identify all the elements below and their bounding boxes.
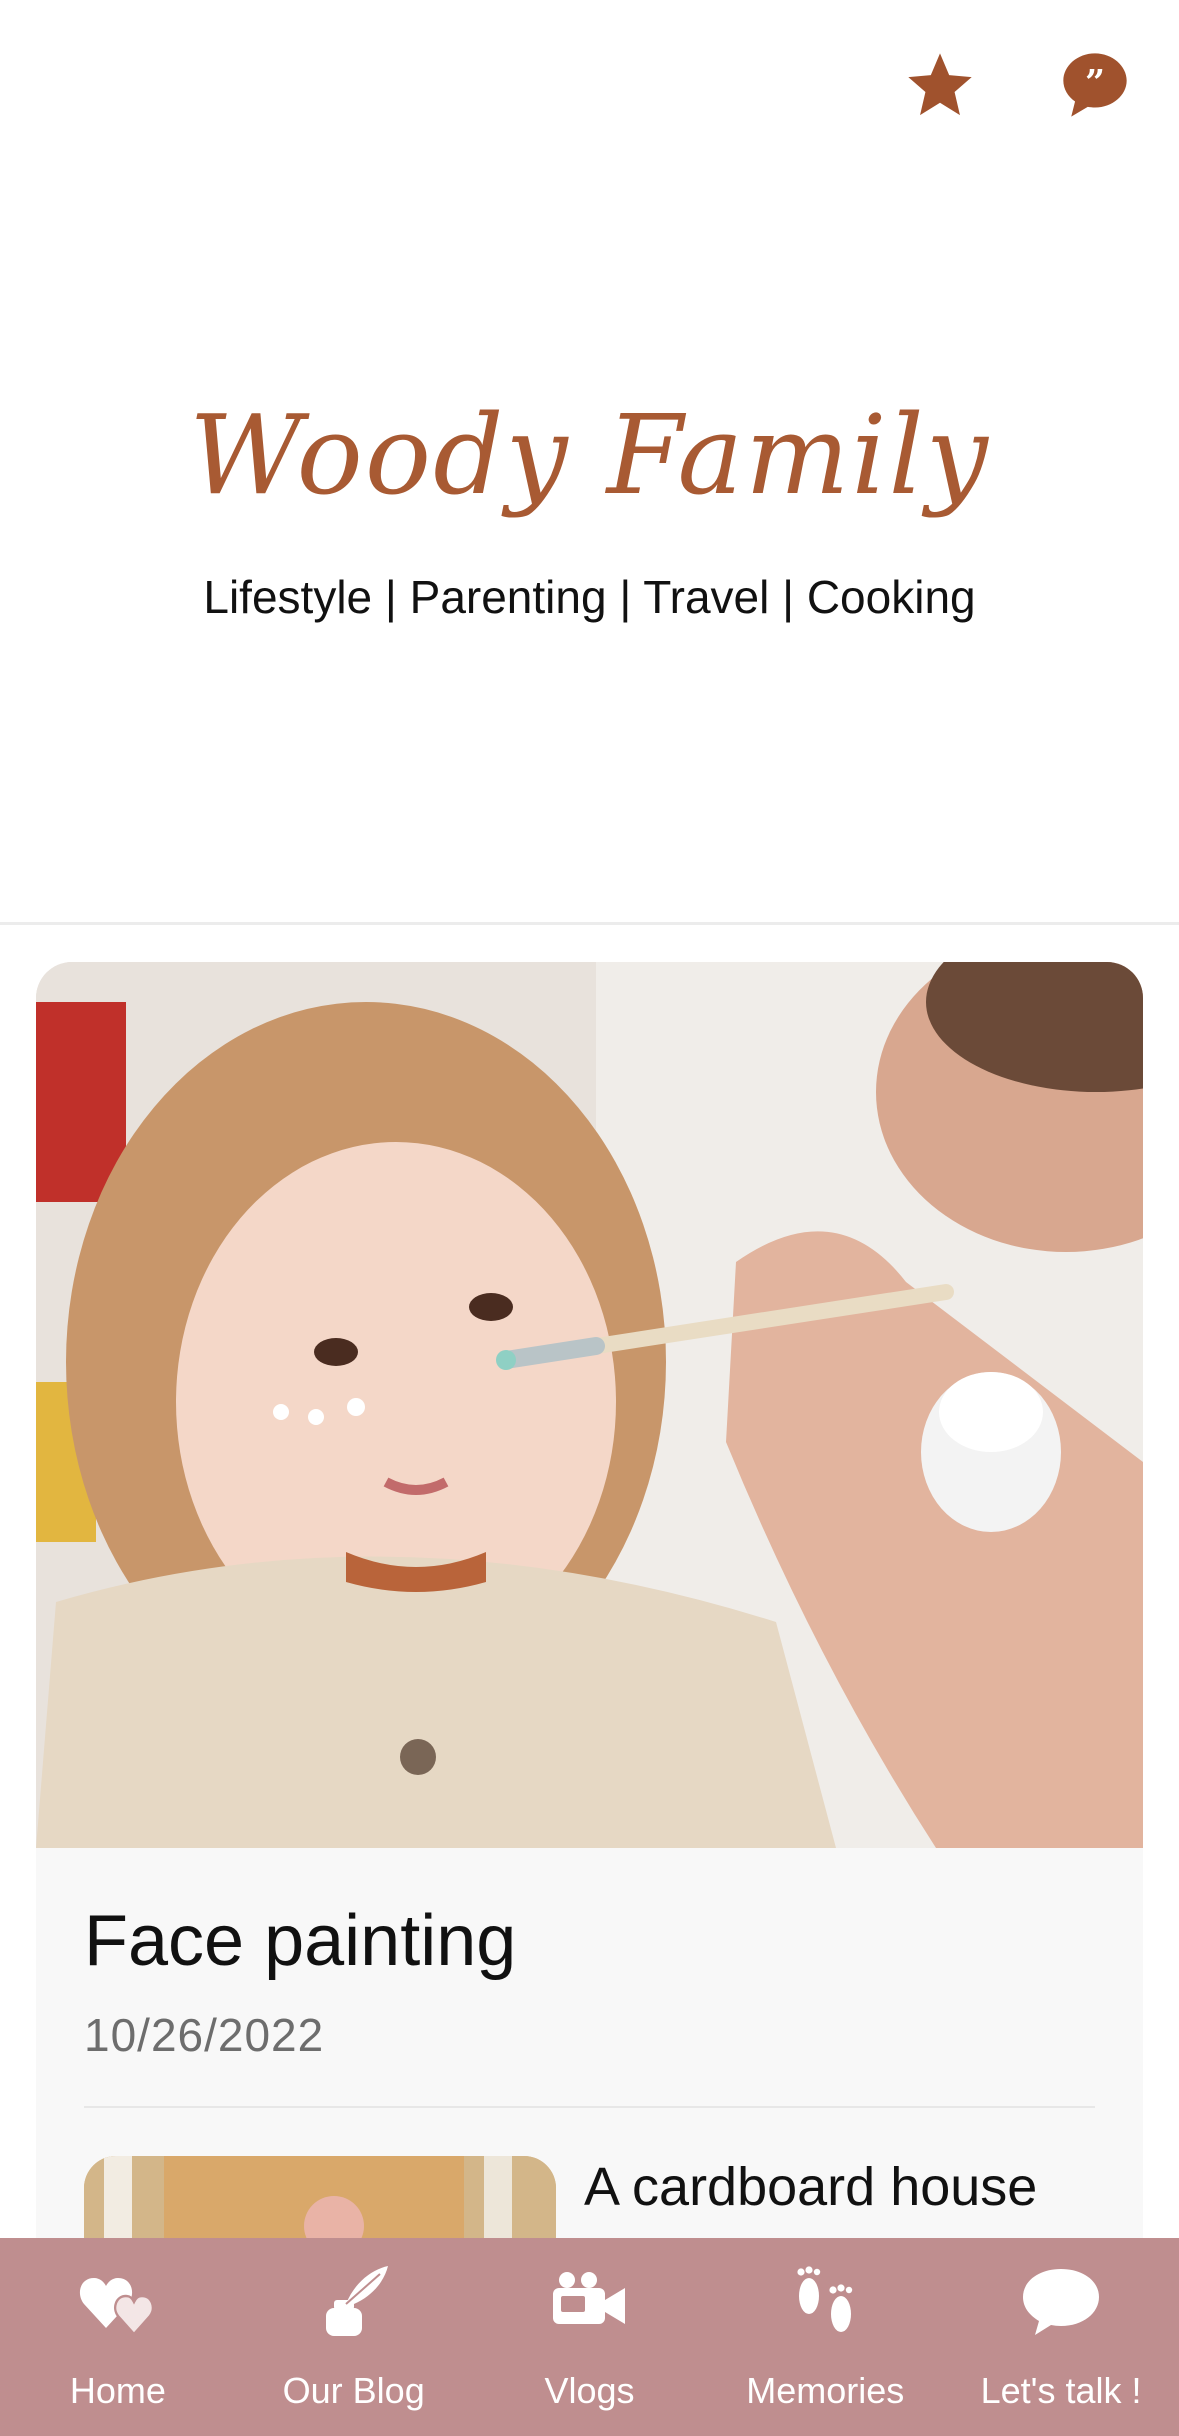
- featured-post-card[interactable]: Face painting 10/26/2022 A cardboard hou…: [36, 962, 1143, 2436]
- post-date: 10/26/2022: [84, 2009, 325, 2061]
- chat-bubble-icon: [1016, 2262, 1106, 2342]
- nav-label: Home: [69, 2370, 166, 2411]
- star-icon: [908, 53, 972, 116]
- quill-inkpot-icon: [309, 2262, 399, 2342]
- testimonials-button[interactable]: ”: [1050, 40, 1140, 130]
- nav-item-vlogs[interactable]: Vlogs: [472, 2238, 708, 2436]
- brand-title: Woody Family: [189, 391, 990, 519]
- post-title[interactable]: Face painting: [84, 1898, 1095, 1984]
- nav-item-home[interactable]: Home: [0, 2238, 236, 2436]
- svg-text:”: ”: [1085, 63, 1105, 104]
- card-divider: [84, 2106, 1095, 2108]
- favorites-button[interactable]: [895, 40, 985, 130]
- nav-label: Memories: [746, 2370, 905, 2411]
- bottom-navigation: Home Our Blog Vlogs Memories Let's talk …: [0, 2238, 1179, 2436]
- nav-label: Let's talk !: [980, 2370, 1142, 2411]
- nav-item-memories[interactable]: Memories: [707, 2238, 943, 2436]
- quote-bubble-icon: ”: [1063, 53, 1127, 117]
- next-post-title[interactable]: A cardboard house: [584, 2156, 1037, 2218]
- nav-label: Vlogs: [544, 2370, 635, 2411]
- tagline: Lifestyle | Parenting | Travel | Cooking: [203, 571, 976, 623]
- header-divider: [0, 922, 1179, 925]
- face-painting-photo: [36, 962, 1143, 1848]
- featured-post-image[interactable]: [36, 962, 1143, 1848]
- video-camera-icon: [544, 2262, 634, 2342]
- hero: Woody Family Lifestyle | Parenting | Tra…: [0, 380, 1179, 624]
- top-actions: ”: [0, 40, 1179, 130]
- nav-item-lets-talk[interactable]: Let's talk !: [943, 2238, 1179, 2436]
- footprints-icon: [780, 2262, 870, 2342]
- nav-label: Our Blog: [282, 2370, 425, 2411]
- nav-item-our-blog[interactable]: Our Blog: [236, 2238, 472, 2436]
- hearts-icon: [73, 2262, 163, 2342]
